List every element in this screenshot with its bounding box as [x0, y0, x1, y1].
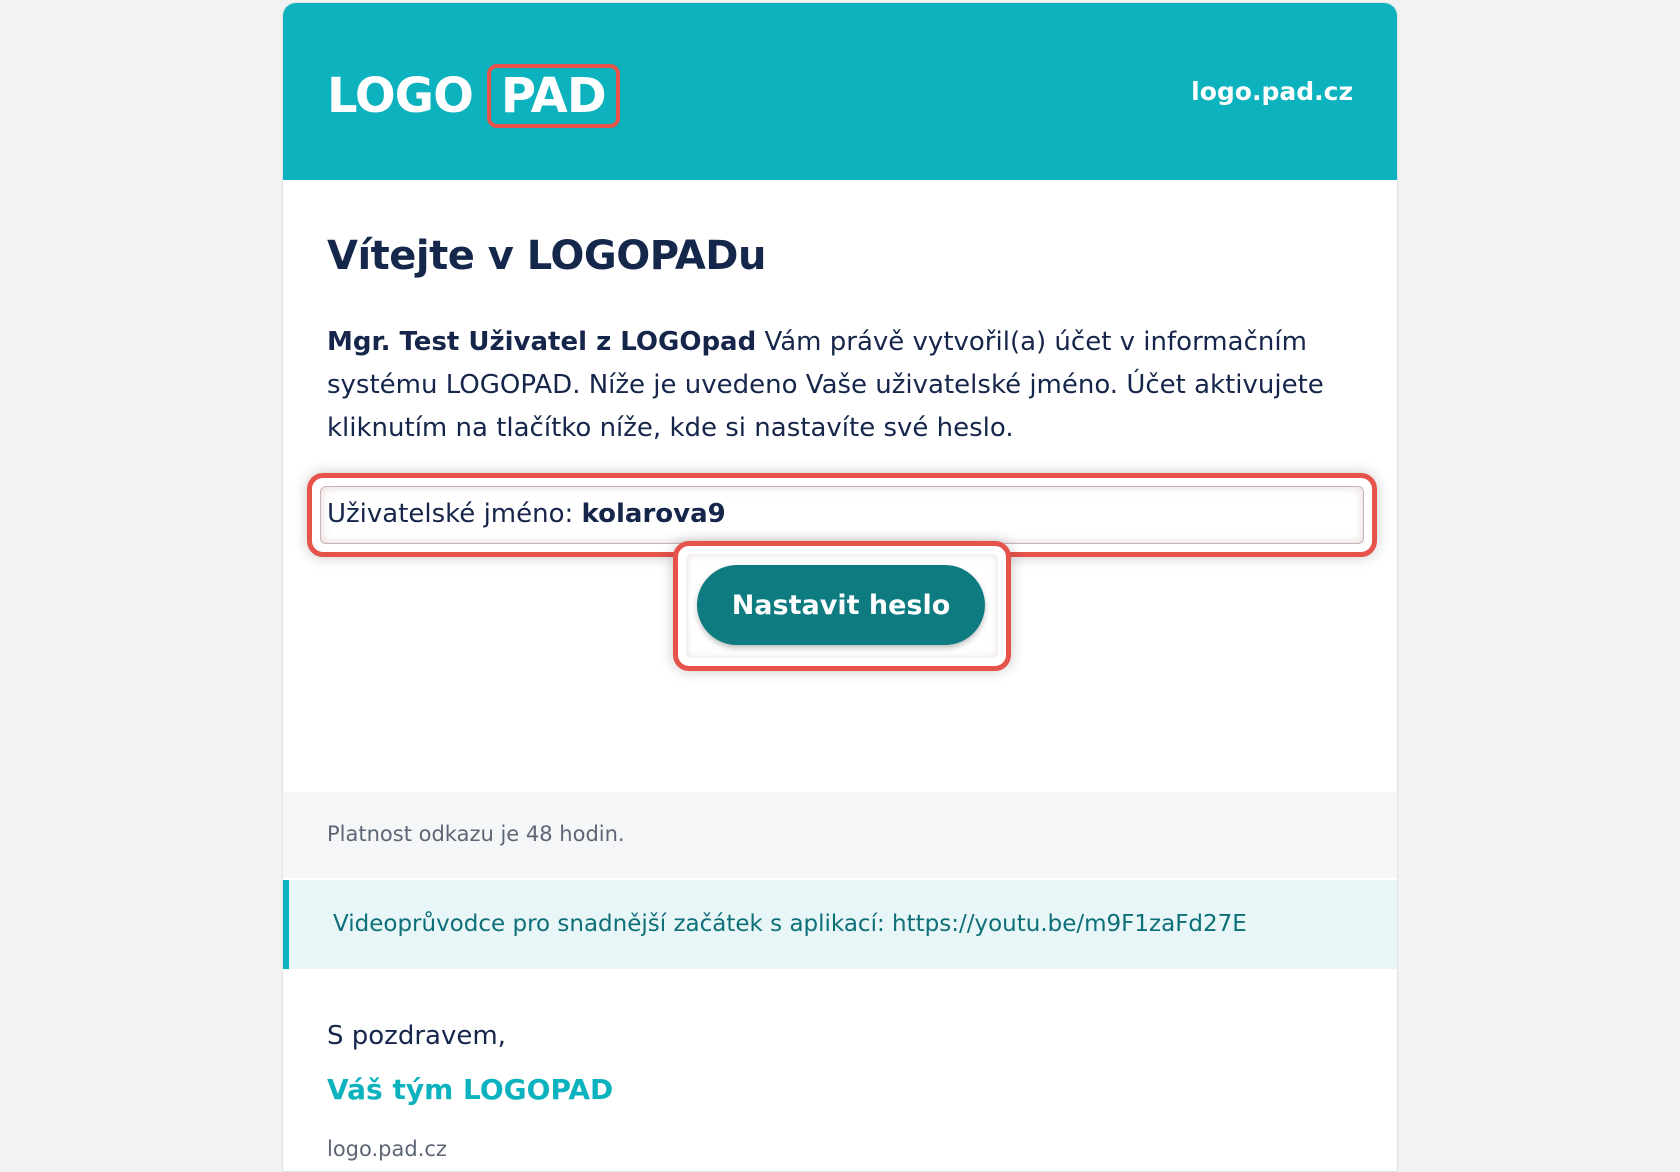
- footer-site-link[interactable]: logo.pad.cz: [327, 1137, 447, 1161]
- video-guide-link[interactable]: Videoprůvodce pro snadnější začátek s ap…: [333, 911, 1247, 937]
- link-validity-section: Platnost odkazu je 48 hodin.: [283, 792, 1397, 878]
- username-value: kolarova9: [581, 499, 726, 529]
- header-site-link[interactable]: logo.pad.cz: [1191, 77, 1353, 106]
- logo-text-pad-highlighted: PAD: [486, 63, 620, 129]
- username-label: Uživatelské jméno:: [327, 499, 582, 529]
- page-title: Vítejte v LOGOPADu: [327, 233, 767, 279]
- intro-author: Mgr. Test Uživatel z LOGOpad: [327, 327, 757, 357]
- set-password-button[interactable]: Nastavit heslo: [697, 565, 985, 645]
- email-header: LOGO PAD logo.pad.cz: [283, 3, 1397, 180]
- intro-paragraph: Mgr. Test Uživatel z LOGOpad Vám právě v…: [327, 321, 1357, 450]
- logo-text-logo: LOGO: [327, 68, 474, 124]
- video-guide-section: Videoprůvodce pro snadnější začátek s ap…: [283, 880, 1397, 969]
- link-validity-text: Platnost odkazu je 48 hodin.: [327, 822, 625, 846]
- email-card: LOGO PAD logo.pad.cz Vítejte v LOGOPADu …: [282, 2, 1398, 1172]
- signature-team: Váš tým LOGOPAD: [327, 1073, 614, 1106]
- username-line: Uživatelské jméno: kolarova9: [327, 499, 726, 529]
- logopad-logo[interactable]: LOGO PAD: [327, 61, 620, 131]
- signature-greeting: S pozdravem,: [327, 1021, 506, 1051]
